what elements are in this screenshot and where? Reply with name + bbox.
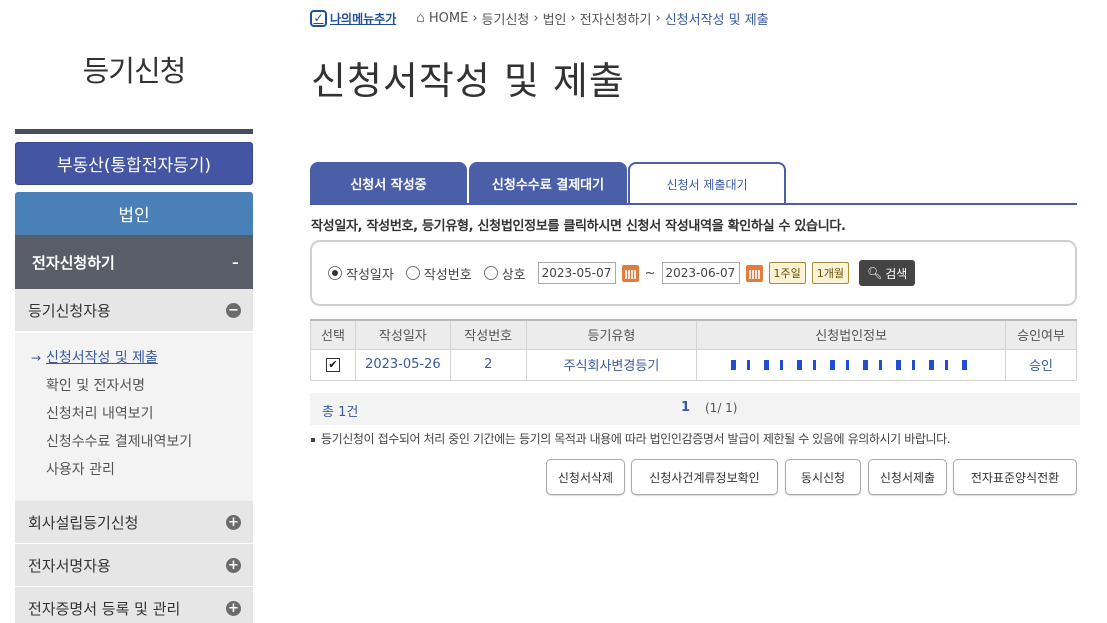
pagination-bar: 총 1건 1 (1/ 1) [310, 393, 1080, 425]
sidebar-item-confirm-sign[interactable]: 확인 및 전자서명 [31, 375, 253, 403]
breadcrumb-item[interactable]: 법인 [543, 9, 567, 28]
sidebar-electronic-apply[interactable]: 전자신청하기 - [15, 235, 253, 289]
breadcrumb-separator-icon: › [570, 10, 576, 26]
radio-write-date[interactable]: 작성일자 [328, 264, 394, 283]
breadcrumb: ⌂ HOME › 등기신청 › 법인 › 전자신청하기 › 신청서작성 및 제출 [416, 8, 769, 28]
add-my-menu-link[interactable]: ✓ 나의메뉴추가 [310, 8, 396, 28]
breadcrumb-separator-icon: › [533, 10, 539, 26]
breadcrumb-item[interactable]: 전자신청하기 [580, 9, 652, 28]
plus-circle-icon: + [226, 600, 241, 616]
one-month-button[interactable]: 1개월 [811, 262, 850, 284]
cell-date[interactable]: 2023-05-26 [354, 348, 451, 381]
date-from-input[interactable] [537, 262, 616, 284]
sidebar-registration-use-label: 등기신청자용 [28, 301, 111, 320]
warning-note-text: 등기신청이 접수되어 처리 중인 기간에는 등기의 목적과 내용에 따라 법인인… [321, 432, 951, 446]
column-header-select: 선택 [310, 319, 356, 350]
breadcrumb-item[interactable]: 등기신청 [482, 9, 530, 28]
application-table: 선택 작성일자 작성번호 등기유형 신청법인정보 승인여부 ✔ 2023-05-… [310, 319, 1077, 381]
page-of: (1/ 1) [705, 401, 738, 415]
convert-standard-form-button[interactable]: 전자표준양식전환 [953, 459, 1077, 495]
sidebar-registration-use[interactable]: 등기신청자용 − [15, 289, 253, 332]
radio-icon [483, 266, 498, 280]
simultaneous-apply-button[interactable]: 동시신청 [785, 459, 861, 495]
radio-icon [405, 266, 420, 280]
sidebar-signer-use-label: 전자서명자용 [28, 556, 111, 575]
submit-application-button[interactable]: 신청서제출 [868, 459, 947, 495]
tab-underline [310, 203, 1077, 205]
radio-label: 작성번호 [423, 267, 472, 283]
plus-circle-icon: + [226, 557, 241, 573]
calendar-icon[interactable] [745, 264, 763, 282]
sidebar-signer-use[interactable]: 전자서명자용 + [15, 544, 253, 587]
sidebar-item-user-admin[interactable]: 사용자 관리 [31, 459, 253, 487]
sidebar-real-estate-button[interactable]: 부동산(통합전자등기) [15, 142, 253, 185]
column-header-approval: 승인여부 [1005, 319, 1077, 350]
sidebar-certificate-manage-label: 전자증명서 등록 및 관리 [28, 599, 181, 618]
sidebar-title: 등기신청 [82, 54, 187, 88]
sidebar-divider [15, 129, 253, 134]
plus-circle-icon: + [226, 514, 241, 530]
search-button-label: 검색 [885, 266, 908, 281]
column-header-date: 작성일자 [354, 319, 451, 350]
sidebar-item-apply-write[interactable]: → 신청서작성 및 제출 [31, 347, 253, 375]
radio-label: 상호 [501, 267, 526, 283]
delete-application-button[interactable]: 신청서삭제 [546, 459, 625, 495]
tab-submit-pending[interactable]: 신청서 제출대기 [628, 162, 786, 205]
breadcrumb-home[interactable]: HOME [429, 11, 468, 26]
notice-text: 작성일자, 작성번호, 등기유형, 신청법인정보를 클릭하시면 신청서 작성내역… [311, 219, 846, 234]
breadcrumb-separator-icon: › [472, 10, 478, 26]
breadcrumb-current: 신청서작성 및 제출 [664, 12, 769, 28]
cell-number[interactable]: 2 [449, 348, 527, 381]
arrow-right-icon: → [31, 351, 42, 365]
home-icon: ⌂ [416, 10, 425, 26]
column-header-type: 등기유형 [525, 319, 698, 350]
search-icon: 🔍︎ [867, 266, 883, 280]
date-to-input[interactable] [661, 262, 740, 284]
sidebar-electronic-apply-label: 전자신청하기 [32, 253, 115, 272]
sidebar-company-setup[interactable]: 회사설립등기신청 + [15, 501, 253, 544]
sidebar-submenu: → 신청서작성 및 제출 확인 및 전자서명 신청처리 내역보기 신청수수료 결제… [15, 333, 253, 501]
column-header-corp-info: 신청법인정보 [696, 319, 1007, 350]
redacted-corp-info [731, 359, 972, 370]
sidebar-item-label: 신청서작성 및 제출 [46, 350, 158, 366]
sidebar-certificate-manage[interactable]: 전자증명서 등록 및 관리 + [15, 587, 253, 623]
radio-label: 작성일자 [346, 267, 394, 283]
sidebar-item-fee-history[interactable]: 신청수수료 결제내역보기 [31, 431, 253, 459]
cell-type[interactable]: 주식회사변경등기 [525, 348, 698, 381]
column-header-number: 작성번호 [449, 319, 527, 350]
table-row: ✔ 2023-05-26 2 주식회사변경등기 승인 [310, 348, 1077, 381]
minus-circle-icon: − [226, 302, 241, 318]
cell-corp-info[interactable] [696, 348, 1007, 381]
collapse-icon: - [231, 250, 239, 274]
breadcrumb-separator-icon: › [655, 10, 661, 26]
checkbox-icon: ✓ [310, 9, 327, 27]
search-panel: 작성일자 작성번호 상호 ~ 1주일 1개월 🔍︎검색 [310, 240, 1077, 306]
tab-writing[interactable]: 신청서 작성중 [310, 162, 467, 204]
radio-company-name[interactable]: 상호 [483, 264, 526, 283]
search-button[interactable]: 🔍︎ 검색 [859, 260, 916, 286]
radio-selected-icon [328, 266, 342, 280]
page-title: 신청서작성 및 제출 [311, 59, 625, 103]
one-week-button[interactable]: 1주일 [768, 262, 806, 284]
sidebar-corporation-button[interactable]: 법인 [15, 192, 253, 235]
page-number[interactable]: 1 [681, 400, 690, 415]
row-checkbox[interactable]: ✔ [325, 357, 340, 372]
case-pending-info-button[interactable]: 신청사건계류정보확인 [631, 459, 778, 495]
sidebar-company-setup-label: 회사설립등기신청 [28, 513, 139, 532]
bullet-icon [311, 437, 315, 442]
add-my-menu-label: 나의메뉴추가 [330, 11, 397, 26]
calendar-icon[interactable] [621, 264, 639, 282]
warning-note: 등기신청이 접수되어 처리 중인 기간에는 등기의 목적과 내용에 따라 법인인… [311, 430, 951, 447]
radio-write-number[interactable]: 작성번호 [405, 264, 472, 283]
sidebar-item-process-history[interactable]: 신청처리 내역보기 [31, 403, 253, 431]
cell-approval[interactable]: 승인 [1005, 348, 1077, 381]
tab-fee-pending[interactable]: 신청수수료 결제대기 [469, 162, 627, 204]
total-count: 총 1건 [322, 405, 359, 420]
date-range-tilde: ~ [644, 265, 656, 281]
